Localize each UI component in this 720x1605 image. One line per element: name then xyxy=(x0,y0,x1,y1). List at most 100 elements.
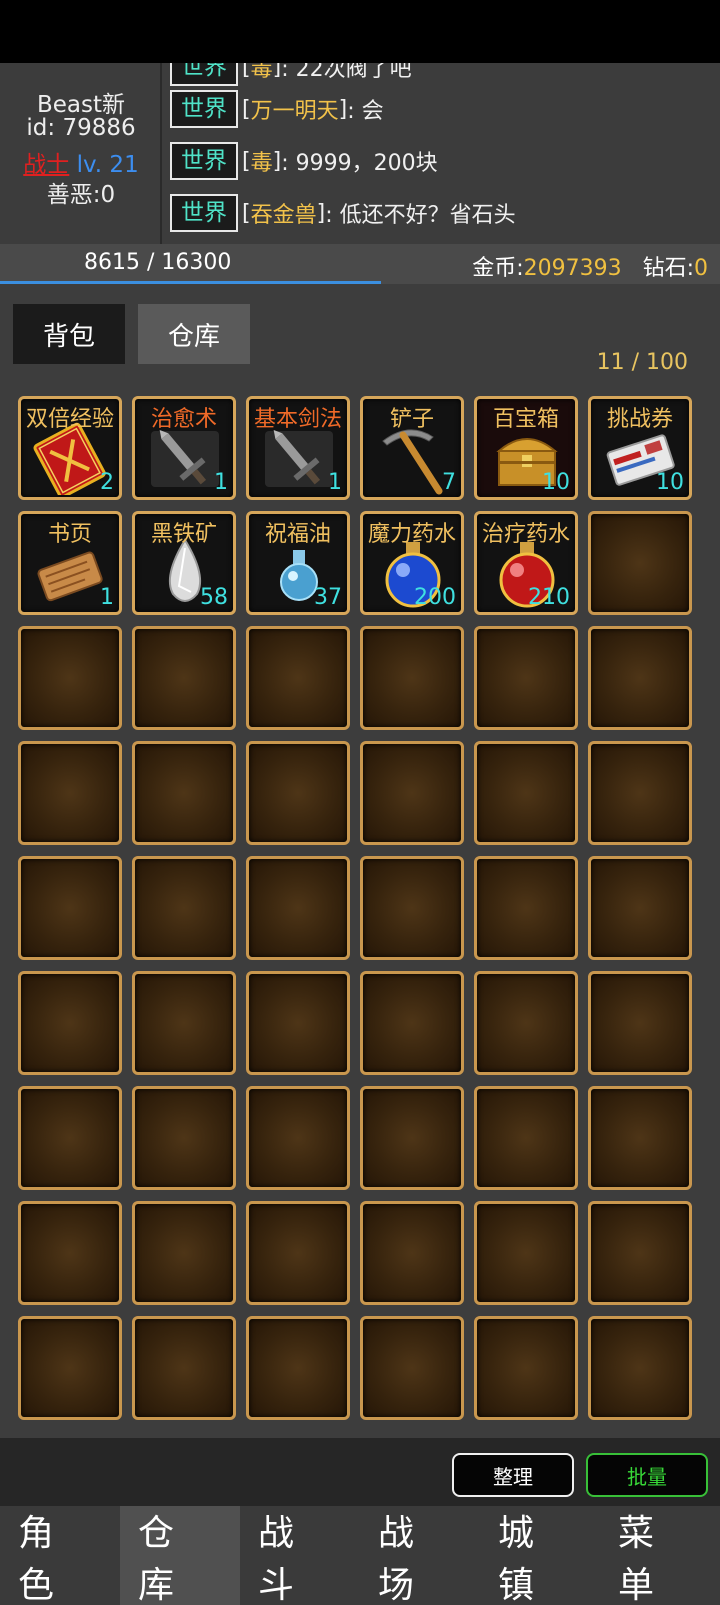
empty-inventory-slot[interactable] xyxy=(474,1201,578,1305)
empty-inventory-slot[interactable] xyxy=(588,741,692,845)
inventory-item[interactable]: 治愈术 1 xyxy=(132,396,236,500)
nav-arena[interactable]: 战场 xyxy=(360,1506,480,1605)
empty-inventory-slot[interactable] xyxy=(18,1086,122,1190)
chat-line[interactable]: 世界 [毒] : 22次阀了吧 xyxy=(170,63,412,87)
empty-inventory-slot[interactable] xyxy=(588,971,692,1075)
empty-inventory-slot[interactable] xyxy=(360,971,464,1075)
inventory-item[interactable]: 双倍经验 2 xyxy=(18,396,122,500)
item-name: 治愈术 xyxy=(150,407,217,432)
empty-inventory-slot[interactable] xyxy=(474,741,578,845)
chat-sender[interactable]: 万一明天 xyxy=(251,93,339,125)
chat-sender[interactable]: 毒 xyxy=(251,145,273,177)
item-count: 1 xyxy=(328,470,342,495)
empty-inventory-slot[interactable] xyxy=(18,971,122,1075)
empty-inventory-slot[interactable] xyxy=(18,1201,122,1305)
empty-inventory-slot[interactable] xyxy=(360,1201,464,1305)
empty-inventory-slot[interactable] xyxy=(132,856,236,960)
empty-inventory-slot[interactable] xyxy=(18,1316,122,1420)
chat-line[interactable]: 世界 [万一明天] : 会 xyxy=(170,89,384,129)
item-count: 58 xyxy=(200,585,228,610)
chat-sender[interactable]: 毒 xyxy=(251,63,273,83)
chat-channel-tag[interactable]: 世界 xyxy=(170,63,238,86)
currency-display: 金币:2097393 钻石:0 xyxy=(472,250,708,282)
empty-inventory-slot[interactable] xyxy=(18,626,122,730)
item-name: 治疗药水 xyxy=(481,522,570,547)
nav-storage[interactable]: 仓库 xyxy=(120,1506,240,1605)
empty-inventory-slot[interactable] xyxy=(132,1086,236,1190)
player-karma: 善恶:0 xyxy=(46,182,116,208)
empty-inventory-slot[interactable] xyxy=(474,626,578,730)
item-count: 10 xyxy=(542,470,570,495)
empty-inventory-slot[interactable] xyxy=(588,1086,692,1190)
empty-inventory-slot[interactable] xyxy=(132,1316,236,1420)
empty-inventory-slot[interactable] xyxy=(18,856,122,960)
inventory-item[interactable]: 治疗药水 210 xyxy=(474,511,578,615)
empty-inventory-slot[interactable] xyxy=(474,971,578,1075)
empty-inventory-slot[interactable] xyxy=(246,626,350,730)
empty-inventory-slot[interactable] xyxy=(132,741,236,845)
item-count: 10 xyxy=(656,470,684,495)
inventory-item[interactable]: 书页 1 xyxy=(18,511,122,615)
item-count: 2 xyxy=(100,470,114,495)
empty-inventory-slot[interactable] xyxy=(246,741,350,845)
empty-inventory-slot[interactable] xyxy=(132,1201,236,1305)
chat-channel-tag[interactable]: 世界 xyxy=(170,142,238,180)
empty-inventory-slot[interactable] xyxy=(474,856,578,960)
item-name: 铲子 xyxy=(389,407,434,432)
chat-line[interactable]: 世界 [吞金兽] : 低还不好？省石头 xyxy=(170,193,516,233)
nav-character[interactable]: 角色 xyxy=(0,1506,120,1605)
item-name: 书页 xyxy=(47,522,92,547)
chat-line[interactable]: 世界 [毒] : 9999，200块 xyxy=(170,141,438,181)
empty-inventory-slot[interactable] xyxy=(246,1201,350,1305)
status-bar xyxy=(0,0,720,63)
player-id: id: 79886 xyxy=(26,115,136,141)
empty-inventory-slot[interactable] xyxy=(474,1086,578,1190)
item-name: 挑战券 xyxy=(606,407,673,432)
inventory-item[interactable]: 百宝箱 10 xyxy=(474,396,578,500)
tab-backpack[interactable]: 背包 xyxy=(13,304,125,364)
chat-sender[interactable]: 吞金兽 xyxy=(251,197,317,229)
chat-channel-tag[interactable]: 世界 xyxy=(170,194,238,232)
inventory-capacity: 11 / 100 xyxy=(596,350,688,375)
top-panel: Beast新 id: 79886 战士 lv. 21 善恶:0 世界 [毒] :… xyxy=(0,63,720,244)
empty-inventory-slot[interactable] xyxy=(360,741,464,845)
empty-inventory-slot[interactable] xyxy=(246,856,350,960)
tab-storage[interactable]: 仓库 xyxy=(138,304,250,364)
nav-battle[interactable]: 战斗 xyxy=(240,1506,360,1605)
item-count: 37 xyxy=(314,585,342,610)
sort-button[interactable]: 整理 xyxy=(452,1453,574,1497)
inventory-item[interactable]: 黑铁矿 58 xyxy=(132,511,236,615)
empty-inventory-slot[interactable] xyxy=(360,626,464,730)
empty-inventory-slot[interactable] xyxy=(360,1316,464,1420)
empty-inventory-slot[interactable] xyxy=(360,1086,464,1190)
empty-inventory-slot[interactable] xyxy=(246,1086,350,1190)
empty-inventory-slot[interactable] xyxy=(588,1316,692,1420)
empty-inventory-slot[interactable] xyxy=(132,626,236,730)
item-count: 1 xyxy=(214,470,228,495)
inventory-grid: 双倍经验 2 治愈术 1 基本剑法 1 铲子 7 百宝箱 10 挑战券 10 书页 1 黑铁矿 58 祝福油 37… xyxy=(18,396,706,1438)
diamond-label: 钻石: xyxy=(642,256,694,281)
empty-inventory-slot[interactable] xyxy=(360,856,464,960)
empty-inventory-slot[interactable] xyxy=(246,1316,350,1420)
nav-town[interactable]: 城镇 xyxy=(480,1506,600,1605)
empty-inventory-slot[interactable] xyxy=(18,741,122,845)
empty-inventory-slot[interactable] xyxy=(132,971,236,1075)
chat-message: : 低还不好？省石头 xyxy=(325,203,516,228)
nav-menu[interactable]: 菜单 xyxy=(600,1506,720,1605)
inventory-item[interactable]: 基本剑法 1 xyxy=(246,396,350,500)
empty-inventory-slot[interactable] xyxy=(588,626,692,730)
empty-inventory-slot[interactable] xyxy=(474,1316,578,1420)
empty-inventory-slot[interactable] xyxy=(588,1201,692,1305)
empty-inventory-slot[interactable] xyxy=(588,856,692,960)
world-chat[interactable]: 世界 [毒] : 22次阀了吧 世界 [万一明天] : 会 世界 [毒] : 9… xyxy=(170,63,720,244)
inventory-item[interactable]: 魔力药水 200 xyxy=(360,511,464,615)
empty-inventory-slot[interactable] xyxy=(588,511,692,615)
empty-inventory-slot[interactable] xyxy=(246,971,350,1075)
chat-channel-tag[interactable]: 世界 xyxy=(170,90,238,128)
chat-message: : 9999，200块 xyxy=(281,151,438,176)
inventory-item[interactable]: 铲子 7 xyxy=(360,396,464,500)
player-info[interactable]: Beast新 id: 79886 战士 lv. 21 善恶:0 xyxy=(0,63,162,244)
batch-button[interactable]: 批量 xyxy=(586,1453,708,1497)
inventory-item[interactable]: 祝福油 37 xyxy=(246,511,350,615)
inventory-item[interactable]: 挑战券 10 xyxy=(588,396,692,500)
